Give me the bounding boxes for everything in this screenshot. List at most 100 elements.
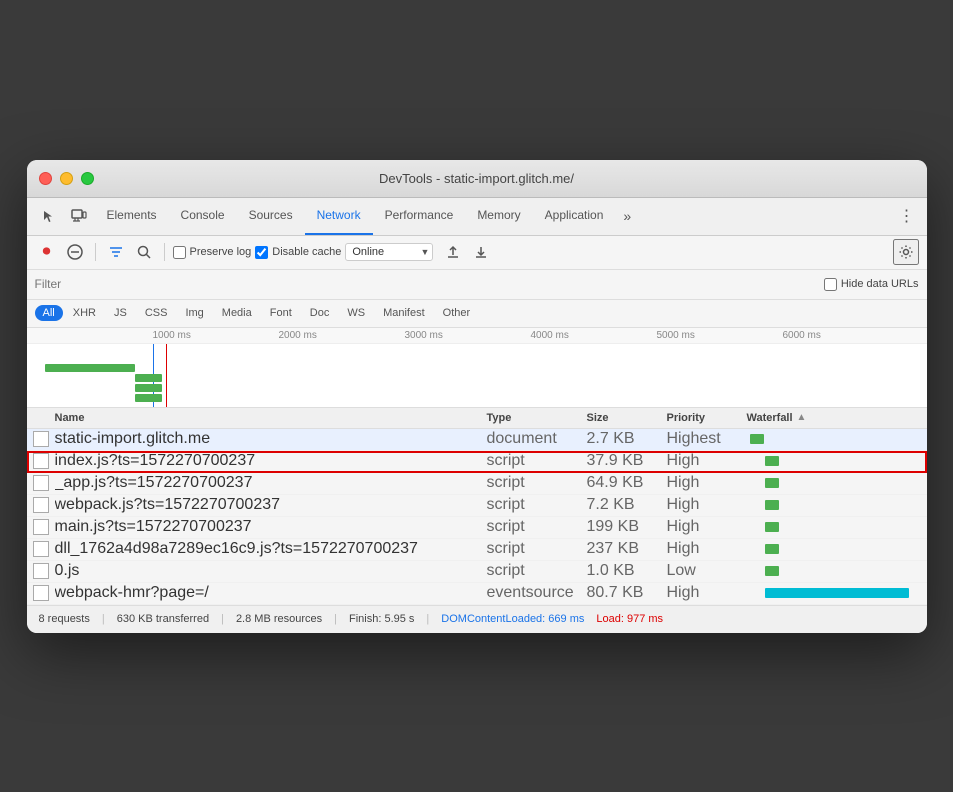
timeline-area: 1000 ms 2000 ms 3000 ms 4000 ms 5000 ms … [27, 328, 927, 408]
tab-application[interactable]: Application [533, 198, 616, 235]
wf-bar [765, 566, 779, 576]
row-size: 2.7 KB [587, 430, 667, 448]
nav-tabs: Elements Console Sources Network Perform… [95, 198, 616, 235]
filter-icon [109, 246, 123, 258]
type-btn-all[interactable]: All [35, 305, 63, 321]
tab-elements[interactable]: Elements [95, 198, 169, 235]
record-button[interactable]: ⏺ [35, 240, 59, 264]
wf-bar [765, 478, 779, 488]
row-file-icon [33, 563, 49, 579]
tab-console[interactable]: Console [169, 198, 237, 235]
table-row[interactable]: webpack.js?ts=1572270700237 script 7.2 K… [27, 495, 927, 517]
ruler-1000ms: 1000 ms [153, 330, 191, 341]
search-button[interactable] [132, 240, 156, 264]
col-header-size: Size [587, 412, 667, 424]
row-waterfall [747, 429, 927, 450]
throttle-select[interactable]: Online Fast 3G Slow 3G Offline No thrott… [345, 243, 433, 261]
status-sep-1: | [102, 613, 105, 625]
row-name: _app.js?ts=1572270700237 [55, 474, 487, 492]
status-resources: 2.8 MB resources [236, 613, 322, 625]
table-row[interactable]: webpack-hmr?page=/ eventsource 80.7 KB H… [27, 583, 927, 605]
download-button[interactable] [469, 240, 493, 264]
clear-button[interactable] [63, 240, 87, 264]
toolbar-sep-1 [95, 243, 96, 261]
preserve-log-checkbox[interactable] [173, 246, 186, 259]
cursor-icon [42, 209, 56, 223]
timeline-bars [27, 344, 927, 407]
wf-bar [750, 434, 764, 444]
type-btn-css[interactable]: CSS [137, 305, 176, 321]
type-btn-img[interactable]: Img [177, 305, 211, 321]
type-btn-doc[interactable]: Doc [302, 305, 338, 321]
wf-bar [765, 522, 779, 532]
row-file-icon [33, 431, 49, 447]
row-type: script [487, 562, 587, 580]
minimize-button[interactable] [60, 172, 73, 185]
type-btn-js[interactable]: JS [106, 305, 135, 321]
kebab-menu-button[interactable]: ⋮ [895, 206, 919, 226]
settings-icon [898, 244, 914, 260]
tab-performance[interactable]: Performance [373, 198, 466, 235]
ruler-3000ms: 3000 ms [405, 330, 443, 341]
device-icon-btn[interactable] [65, 202, 93, 230]
row-priority: High [667, 452, 747, 470]
status-bar: 8 requests | 630 KB transferred | 2.8 MB… [27, 605, 927, 633]
maximize-button[interactable] [81, 172, 94, 185]
disable-cache-label: Disable cache [255, 246, 341, 259]
row-type: script [487, 496, 587, 514]
cursor-icon-btn[interactable] [35, 202, 63, 230]
type-btn-font[interactable]: Font [262, 305, 300, 321]
table-row[interactable]: static-import.glitch.me document 2.7 KB … [27, 429, 927, 451]
type-btn-ws[interactable]: WS [339, 305, 373, 321]
type-btn-xhr[interactable]: XHR [65, 305, 104, 321]
more-tabs-button[interactable]: » [617, 208, 637, 224]
row-priority: Low [667, 562, 747, 580]
row-size: 7.2 KB [587, 496, 667, 514]
window-title: DevTools - static-import.glitch.me/ [379, 171, 574, 186]
row-waterfall [747, 451, 927, 472]
row-name: index.js?ts=1572270700237 [55, 452, 487, 470]
close-button[interactable] [39, 172, 52, 185]
row-size: 64.9 KB [587, 474, 667, 492]
tab-network[interactable]: Network [305, 198, 373, 235]
type-btn-manifest[interactable]: Manifest [375, 305, 433, 321]
timeline-bar-3 [135, 394, 162, 402]
settings-button[interactable] [893, 239, 919, 265]
waterfall-sort-arrow: ▲ [797, 412, 807, 423]
row-type: script [487, 518, 587, 536]
row-type: script [487, 452, 587, 470]
wf-bar [765, 500, 779, 510]
table-row[interactable]: _app.js?ts=1572270700237 script 64.9 KB … [27, 473, 927, 495]
table-row[interactable]: main.js?ts=1572270700237 script 199 KB H… [27, 517, 927, 539]
row-size: 199 KB [587, 518, 667, 536]
tab-memory[interactable]: Memory [465, 198, 532, 235]
row-file-icon [33, 497, 49, 513]
hide-data-urls-text: Hide data URLs [841, 278, 919, 290]
filter-button[interactable] [104, 240, 128, 264]
row-priority: High [667, 584, 747, 602]
tab-sources[interactable]: Sources [237, 198, 305, 235]
disable-cache-text: Disable cache [272, 246, 341, 258]
disable-cache-checkbox[interactable] [255, 246, 268, 259]
row-size: 237 KB [587, 540, 667, 558]
wf-bars [747, 495, 927, 516]
table-row[interactable]: dll_1762a4d98a7289ec16c9.js?ts=157227070… [27, 539, 927, 561]
row-type: eventsource [487, 584, 587, 602]
upload-button[interactable] [441, 240, 465, 264]
table-row[interactable]: 0.js script 1.0 KB Low [27, 561, 927, 583]
type-btn-media[interactable]: Media [214, 305, 260, 321]
col-header-priority: Priority [667, 412, 747, 424]
titlebar: DevTools - static-import.glitch.me/ [27, 160, 927, 198]
status-sep-2: | [221, 613, 224, 625]
timeline-bar-doc [45, 364, 135, 372]
wf-bars [747, 451, 927, 472]
ruler-6000ms: 6000 ms [783, 330, 821, 341]
timeline-bar-1 [135, 374, 162, 382]
row-name: dll_1762a4d98a7289ec16c9.js?ts=157227070… [55, 540, 487, 558]
wf-bars [747, 583, 927, 604]
type-btn-other[interactable]: Other [435, 305, 479, 321]
table-row[interactable]: index.js?ts=1572270700237 script 37.9 KB… [27, 451, 927, 473]
row-file-icon [33, 453, 49, 469]
filter-input[interactable] [35, 277, 155, 291]
hide-data-urls-checkbox[interactable] [824, 278, 837, 291]
